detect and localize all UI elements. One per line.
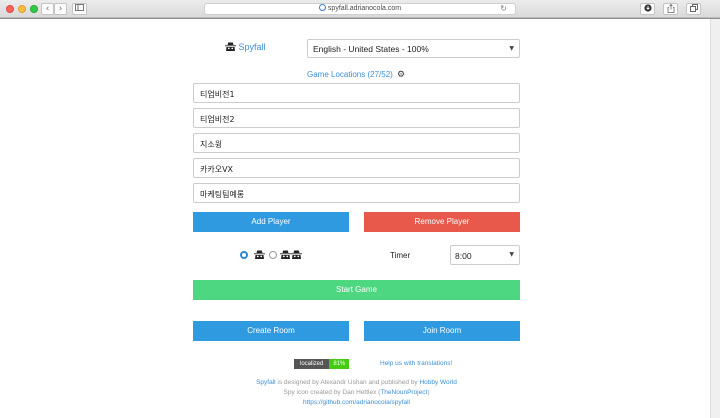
badge-label: localized [294,359,330,369]
timer-select[interactable]: 8:00 ▼ [450,245,520,265]
tabs-overview-button[interactable] [686,3,701,15]
footer-credits: Spyfall is designed by Alexandr Ushan an… [193,379,520,386]
hobby-world-link[interactable]: Hobby World [419,379,456,386]
globe-icon [318,4,326,11]
add-player-button[interactable]: Add Player [193,212,349,232]
chevron-down-icon: ▼ [509,45,514,52]
scrollbar[interactable] [710,19,720,418]
spyfall-link[interactable]: Spyfall [256,379,276,386]
url-text: spyfall.adrianocola.com [327,5,402,12]
create-room-button[interactable]: Create Room [193,321,349,341]
forward-button[interactable]: › [54,3,67,15]
two-spies-radio[interactable] [269,251,277,259]
two-spies-icon [280,250,302,259]
start-game-button[interactable]: Start Game [193,280,520,300]
player-input-3[interactable]: 지소윙 [193,133,520,153]
spy-icon [254,250,265,259]
address-bar[interactable]: spyfall.adrianocola.com ↻ [204,3,516,15]
chevron-down-icon: ▼ [509,251,514,258]
sidebar-icon [75,4,84,11]
badge-percent: 81% [329,359,350,369]
github-line: https://github.com/adrianocola/spyfall [193,399,520,406]
timer-label: Timer [390,251,411,260]
player-input-2[interactable]: 티업비전2 [193,108,520,128]
zoom-window-button[interactable] [30,5,38,13]
github-link[interactable]: https://github.com/adrianocola/spyfall [303,399,410,406]
localized-badge[interactable]: localized 81% [294,359,350,369]
player-input-4[interactable]: 카카오VX [193,158,520,178]
timer-value: 8:00 [455,251,472,261]
remove-player-button[interactable]: Remove Player [364,212,520,232]
player-input-5[interactable]: 마케팅팀예롱 [193,183,520,203]
one-spy-radio[interactable] [240,251,248,259]
icon-credit-text: Spy icon created by Dan Hettlex ( [283,389,381,396]
download-icon [643,4,652,12]
downloads-button[interactable] [640,3,655,15]
noun-project-link[interactable]: TheNounProject [380,389,427,396]
gear-icon[interactable]: ⚙ [397,70,405,80]
minimize-window-button[interactable] [18,5,26,13]
credit-text: is designed by Alexandr Ushan and publis… [275,379,420,386]
reload-icon[interactable]: ↻ [500,4,507,14]
player-input-1[interactable]: 티업비전1 [193,83,520,103]
back-button[interactable]: ‹ [41,3,54,15]
share-icon [667,3,674,13]
share-button[interactable] [663,3,678,15]
join-room-button[interactable]: Join Room [364,321,520,341]
sidebar-toggle-button[interactable] [72,3,87,15]
tabs-icon [689,4,698,12]
icon-credits: Spy icon created by Dan Hettlex (TheNoun… [193,389,520,396]
browser-toolbar: ‹ › spyfall.adrianocola.com ↻ [0,0,720,18]
app-logo-link[interactable]: Spyfall [225,42,266,52]
language-select[interactable]: English - United States - 100% ▼ [307,39,520,58]
translations-help-link[interactable]: Help us with translations! [380,359,452,369]
spy-icon [225,42,236,51]
app-name: Spyfall [238,42,266,52]
language-value: English - United States - 100% [313,44,429,54]
close-window-button[interactable] [6,5,14,13]
page-viewport: Spyfall English - United States - 100% ▼… [0,19,710,418]
icon-credit-close: ) [427,389,430,396]
game-locations-link[interactable]: Game Locations (27/52) [307,70,393,79]
